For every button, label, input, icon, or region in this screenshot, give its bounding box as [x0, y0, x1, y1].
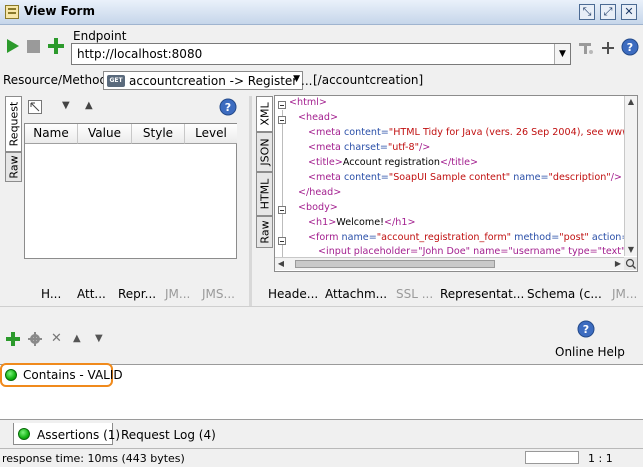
tab-response-jms[interactable]: JM...	[612, 287, 637, 301]
fold-html[interactable]	[278, 101, 286, 109]
tab-html[interactable]: HTML	[256, 172, 273, 216]
xml-content: <html> <head> <meta content="HTML Tidy f…	[289, 97, 624, 256]
form-view-icon	[5, 5, 19, 19]
svg-text:?: ?	[627, 41, 633, 54]
horizontal-splitter[interactable]	[0, 306, 643, 307]
online-help-icon[interactable]: ?	[577, 320, 595, 338]
resource-method-select[interactable]: GET accountcreation -> Register ... ▼	[103, 71, 312, 90]
detach-window-icon[interactable]: ⤡	[579, 4, 595, 20]
tab-attachments[interactable]: Att...	[77, 287, 106, 301]
play-icon[interactable]	[6, 38, 20, 54]
assertions-status-icon	[18, 428, 30, 440]
tab-json[interactable]: JSON	[256, 132, 273, 172]
expand-icon[interactable]	[28, 100, 42, 114]
assertion-item-contains[interactable]: Contains - VALID	[23, 368, 123, 382]
tab-request[interactable]: Request	[5, 96, 22, 152]
remove-assertion-icon[interactable]: ✕	[51, 331, 62, 346]
maximize-window-icon[interactable]: ⤢	[600, 4, 616, 20]
tab-response-attachments[interactable]: Attachm...	[325, 287, 387, 301]
assertion-up-icon[interactable]: ▲	[73, 333, 81, 344]
format-icon[interactable]	[578, 41, 594, 55]
chevron-down-icon: ▼	[293, 74, 300, 84]
tab-request-log[interactable]: Request Log (4)	[121, 428, 216, 442]
move-down-icon[interactable]: ▼	[62, 100, 70, 111]
params-table[interactable]: Name Value Style Level	[24, 123, 237, 259]
tab-schema[interactable]: Schema (c...	[527, 287, 602, 301]
move-up-icon[interactable]: ▲	[85, 100, 93, 111]
column-style[interactable]: Style	[132, 124, 185, 144]
tab-headers[interactable]: H...	[41, 287, 61, 301]
tab-jms-headers[interactable]: JM...	[165, 287, 190, 301]
params-help-icon[interactable]: ?	[219, 98, 237, 116]
add-assertion-icon[interactable]	[6, 332, 20, 346]
add-icon[interactable]	[601, 41, 615, 55]
stop-icon[interactable]	[27, 40, 40, 53]
get-method-badge: GET	[107, 75, 125, 87]
response-time: response time: 10ms (443 bytes)	[2, 452, 185, 465]
help-icon[interactable]: ?	[621, 38, 639, 56]
tab-assertions-label[interactable]: Assertions (1)	[37, 428, 120, 442]
valid-status-icon	[5, 369, 17, 381]
svg-text:?: ?	[225, 101, 231, 114]
resource-method-value: accountcreation -> Register ...	[129, 74, 313, 88]
online-help-link[interactable]: Online Help	[555, 345, 625, 359]
endpoint-label: Endpoint	[73, 29, 127, 43]
fold-form[interactable]	[278, 237, 286, 245]
configure-assertion-icon[interactable]	[28, 332, 42, 346]
tab-request-raw[interactable]: Raw	[5, 152, 22, 182]
search-icon[interactable]	[624, 257, 637, 270]
assertion-down-icon[interactable]: ▼	[95, 333, 103, 344]
tab-ssl-info[interactable]: SSL ...	[396, 287, 433, 301]
column-value[interactable]: Value	[78, 124, 132, 144]
xml-vertical-scrollbar[interactable]: ▲ ▼	[624, 96, 637, 256]
column-name[interactable]: Name	[25, 124, 78, 144]
window-title: View Form	[24, 4, 95, 18]
resource-method-label: Resource/Method:	[3, 73, 112, 87]
panel-splitter[interactable]	[249, 96, 252, 306]
svg-text:?: ?	[583, 323, 589, 336]
close-window-icon[interactable]: ✕	[621, 4, 637, 20]
progress-field	[525, 451, 579, 464]
tab-jms-properties[interactable]: JMS...	[202, 287, 235, 301]
caret-position: 1 : 1	[588, 452, 613, 465]
endpoint-value: http://localhost:8080	[77, 47, 203, 61]
tab-response-headers[interactable]: Heade...	[268, 287, 318, 301]
endpoint-dropdown-icon[interactable]: ▼	[554, 44, 570, 64]
fold-body[interactable]	[278, 206, 286, 214]
endpoint-input[interactable]: http://localhost:8080 ▼	[71, 43, 571, 65]
fold-head[interactable]	[278, 116, 286, 124]
title-bar: View Form ⤡ ⤢ ✕	[0, 0, 643, 25]
tab-response-raw[interactable]: Raw	[256, 216, 273, 248]
tab-representations[interactable]: Repr...	[118, 287, 156, 301]
column-level[interactable]: Level	[185, 124, 237, 144]
tab-xml[interactable]: XML	[256, 96, 273, 132]
plus-icon[interactable]	[48, 38, 64, 54]
tab-response-representations[interactable]: Representat...	[440, 287, 524, 301]
resource-path: [/accountcreation]	[313, 73, 424, 87]
xml-horizontal-scrollbar[interactable]: ◀ ▶	[275, 257, 624, 270]
